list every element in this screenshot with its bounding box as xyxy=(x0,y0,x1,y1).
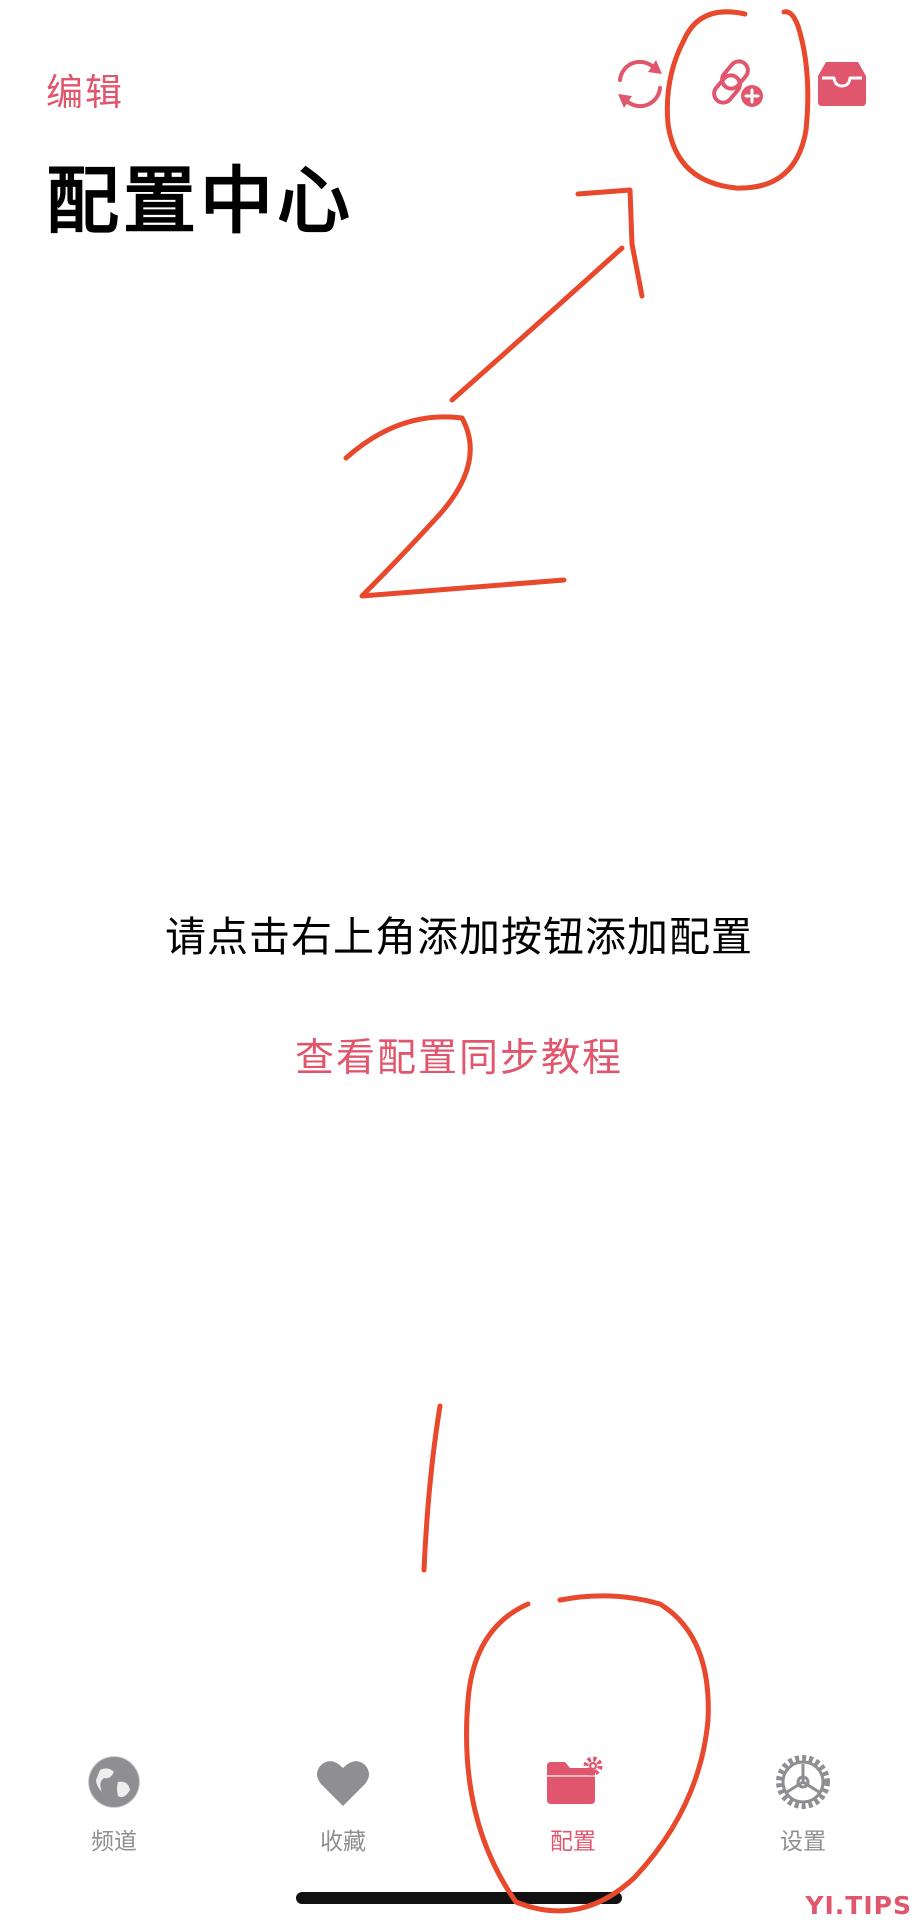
tab-channels[interactable]: 频道 xyxy=(44,1730,184,1860)
inbox-button[interactable] xyxy=(808,50,876,118)
step-2-arrow xyxy=(449,187,645,403)
empty-state-message: 请点击右上角添加按钮添加配置 xyxy=(165,913,753,961)
tab-favorites[interactable]: 收藏 xyxy=(273,1730,413,1860)
sync-button[interactable] xyxy=(606,50,674,118)
tab-label: 配置 xyxy=(550,1829,596,1855)
step-2-numeral xyxy=(343,414,567,599)
heart-icon xyxy=(317,1761,369,1806)
inbox-icon xyxy=(818,62,866,106)
tab-bar: 频道 收藏 配置 设置 xyxy=(0,1730,918,1860)
step-1-numeral xyxy=(421,1403,443,1573)
sync-icon xyxy=(618,59,662,109)
tab-settings[interactable]: 设置 xyxy=(733,1730,873,1860)
globe-icon xyxy=(87,1755,141,1809)
gear-icon xyxy=(776,1755,830,1809)
folder-gear-icon xyxy=(547,1756,603,1804)
tab-label: 设置 xyxy=(780,1829,826,1855)
home-indicator xyxy=(296,1892,622,1904)
tab-label: 频道 xyxy=(91,1829,137,1855)
link-add-icon xyxy=(712,59,763,107)
tab-label: 收藏 xyxy=(320,1829,366,1855)
add-config-button[interactable] xyxy=(706,50,774,118)
watermark-logo: YI.TIPS xyxy=(805,1891,912,1920)
page-title: 配置中心 xyxy=(46,159,354,244)
edit-button[interactable]: 编辑 xyxy=(46,62,124,116)
tab-config[interactable]: 配置 xyxy=(503,1730,643,1860)
sync-tutorial-link[interactable]: 查看配置同步教程 xyxy=(0,1027,918,1083)
